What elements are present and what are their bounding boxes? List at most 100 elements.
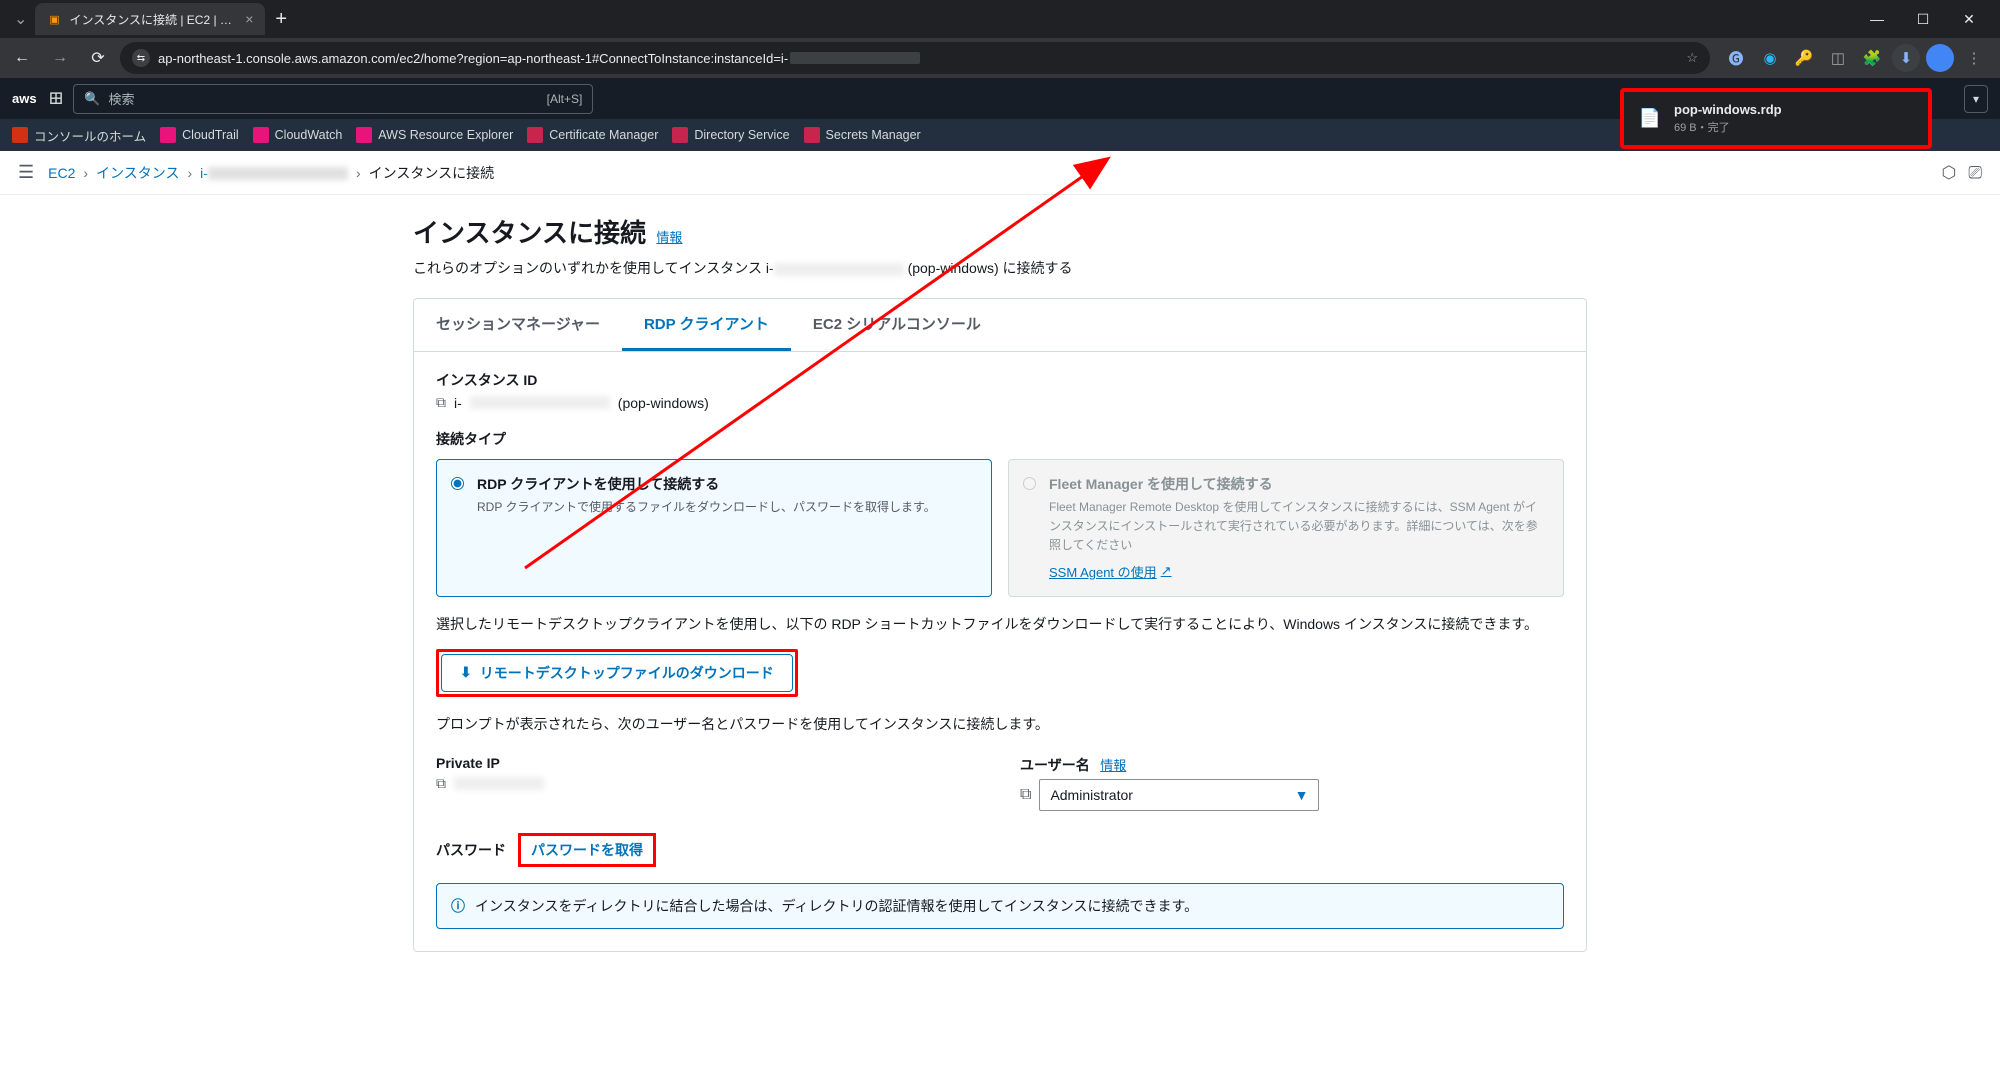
private-ip-value: ⧉ [436, 775, 980, 792]
profile-avatar[interactable] [1926, 44, 1954, 72]
info-icon: ⓘ [451, 896, 465, 916]
aws-logo[interactable]: aws [12, 91, 37, 106]
minimize-button[interactable]: ― [1854, 3, 1900, 35]
tab-rdp-client[interactable]: RDP クライアント [622, 299, 791, 351]
instance-id-value: ⧉ i- (pop-windows) [436, 394, 1564, 411]
browser-menu-icon[interactable]: ⋮ [1960, 44, 1988, 72]
browser-tab-strip: ⌄ ▣ インスタンスに接続 | EC2 | ap-nort × + ― ☐ ✕ [0, 0, 2000, 38]
username-value: Administrator [1050, 787, 1132, 803]
connect-tabs: セッションマネージャー RDP クライアント EC2 シリアルコンソール [414, 299, 1586, 352]
nav-cert-manager[interactable]: Certificate Manager [527, 127, 658, 143]
page-title: インスタンスに接続 [413, 213, 646, 250]
card-fleet-desc: Fleet Manager Remote Desktop を使用してインスタンス… [1049, 498, 1547, 556]
back-button[interactable]: ← [6, 42, 38, 74]
card-fleet-manager: Fleet Manager を使用して接続する Fleet Manager Re… [1008, 459, 1564, 597]
card-fleet-title: Fleet Manager を使用して接続する [1049, 474, 1547, 494]
crumb-ec2[interactable]: EC2 [48, 165, 75, 181]
nav-resource-explorer[interactable]: AWS Resource Explorer [356, 127, 513, 143]
password-label: パスワード [436, 840, 506, 860]
breadcrumb: ☰ EC2 › インスタンス › i- › インスタンスに接続 ⬡ ⎚ [0, 151, 2000, 195]
console-body: ☰ EC2 › インスタンス › i- › インスタンスに接続 ⬡ ⎚ インスタ… [0, 151, 2000, 1084]
copy-icon[interactable]: ⧉ [1020, 786, 1031, 804]
close-window-button[interactable]: ✕ [1946, 3, 1992, 35]
instance-id-blur [470, 396, 610, 409]
crumb-instances[interactable]: インスタンス [96, 163, 179, 183]
instance-id-redacted [208, 167, 348, 180]
aws-search-input[interactable]: 🔍 検索 [Alt+S] [73, 84, 593, 114]
page-info-link[interactable]: 情報 [656, 230, 682, 245]
rdp-description-2: プロンプトが表示されたら、次のユーザー名とパスワードを使用してインスタンスに接続… [436, 713, 1564, 735]
page-content: インスタンスに接続 情報 これらのオプションのいずれかを使用してインスタンス i… [395, 195, 1605, 992]
directory-icon [672, 127, 688, 143]
url-text: ap-northeast-1.console.aws.amazon.com/ec… [158, 51, 788, 66]
page-subtitle: これらのオプションのいずれかを使用してインスタンス i- (pop-window… [413, 258, 1587, 278]
window-controls: ― ☐ ✕ [1854, 3, 1992, 35]
nav-console-home[interactable]: コンソールのホーム [12, 126, 146, 145]
rdp-description-1: 選択したリモートデスクトップクライアントを使用し、以下の RDP ショートカット… [436, 613, 1564, 635]
username-info-link[interactable]: 情報 [1100, 758, 1126, 773]
download-status: 69 B・完了 [1674, 119, 1782, 135]
download-file-icon: 📄 [1636, 105, 1664, 133]
maximize-button[interactable]: ☐ [1900, 3, 1946, 35]
crumb-sep: › [83, 165, 88, 181]
new-tab-button[interactable]: + [275, 8, 287, 31]
reload-button[interactable]: ⟳ [82, 42, 114, 74]
get-password-link[interactable]: パスワードを取得 [531, 842, 643, 858]
site-info-icon[interactable]: ⇆ [132, 49, 150, 67]
ext-group-icon[interactable]: ◫ [1824, 44, 1852, 72]
get-password-highlight: パスワードを取得 [518, 833, 656, 867]
services-grid-icon[interactable]: 𐌎 [49, 89, 64, 109]
bookmark-icon[interactable]: ☆ [1686, 50, 1698, 66]
nav-cloudtrail[interactable]: CloudTrail [160, 127, 239, 143]
download-rdp-button[interactable]: ⬇ リモートデスクトップファイルのダウンロード [441, 654, 793, 692]
header-cloudshell-icon[interactable]: ⎚ [1968, 163, 1982, 183]
side-menu-icon[interactable]: ☰ [18, 162, 34, 183]
external-link-icon: ↗ [1161, 563, 1172, 579]
connect-panel: セッションマネージャー RDP クライアント EC2 シリアルコンソール インス… [413, 298, 1587, 952]
tab-serial-console[interactable]: EC2 シリアルコンソール [791, 299, 1003, 351]
url-redacted [790, 52, 920, 64]
search-placeholder: 検索 [109, 89, 547, 108]
address-input[interactable]: ⇆ ap-northeast-1.console.aws.amazon.com/… [120, 42, 1710, 74]
radio-rdp[interactable] [451, 477, 464, 490]
translate-icon[interactable]: 🅖 [1722, 44, 1750, 72]
nav-cloudwatch[interactable]: CloudWatch [253, 127, 343, 143]
username-select[interactable]: Administrator ▼ [1039, 779, 1319, 811]
radio-fleet [1023, 477, 1036, 490]
browser-tab[interactable]: ▣ インスタンスに接続 | EC2 | ap-nort × [35, 3, 265, 35]
nav-directory-service[interactable]: Directory Service [672, 127, 789, 143]
chevron-down-icon: ▼ [1295, 787, 1309, 803]
card-rdp-desc: RDP クライアントで使用するファイルをダウンロードし、パスワードを取得します。 [477, 498, 975, 517]
download-icon: ⬇ [460, 664, 472, 681]
card-rdp-client[interactable]: RDP クライアントを使用して接続する RDP クライアントで使用するファイルを… [436, 459, 992, 597]
crumb-sep: › [356, 165, 361, 181]
subtitle-id-redacted [774, 263, 904, 276]
browser-address-bar: ← → ⟳ ⇆ ap-northeast-1.console.aws.amazo… [0, 38, 2000, 78]
ext-circle-icon[interactable]: ◉ [1756, 44, 1784, 72]
ssm-agent-link[interactable]: SSM Agent の使用 ↗ [1049, 562, 1172, 581]
tab-close-icon[interactable]: × [245, 11, 253, 27]
search-shortcut: [Alt+S] [547, 92, 583, 106]
search-icon: 🔍 [84, 91, 100, 107]
download-notification[interactable]: 📄 pop-windows.rdp 69 B・完了 [1620, 88, 1932, 149]
tab-dropdown-icon[interactable]: ⌄ [14, 9, 27, 29]
private-ip-label: Private IP [436, 755, 980, 771]
extension-icons: 🅖 ◉ 🔑 ◫ 🧩 ⬇ ⋮ [1716, 44, 1994, 72]
card-rdp-title: RDP クライアントを使用して接続する [477, 474, 975, 494]
downloads-icon[interactable]: ⬇ [1892, 44, 1920, 72]
secrets-icon [804, 127, 820, 143]
header-security-icon[interactable]: ⬡ [1942, 163, 1957, 183]
copy-icon[interactable]: ⧉ [436, 775, 446, 792]
extensions-icon[interactable]: 🧩 [1858, 44, 1886, 72]
tab-session-manager[interactable]: セッションマネージャー [414, 299, 622, 351]
nav-secrets-manager[interactable]: Secrets Manager [804, 127, 921, 143]
forward-button[interactable]: → [44, 42, 76, 74]
copy-icon[interactable]: ⧉ [436, 394, 446, 411]
ext-key-icon[interactable]: 🔑 [1790, 44, 1818, 72]
download-filename: pop-windows.rdp [1674, 102, 1782, 117]
crumb-instance-id[interactable]: i- [200, 165, 348, 181]
directory-info-text: インスタンスをディレクトリに結合した場合は、ディレクトリの認証情報を使用してイン… [475, 896, 1198, 916]
cloudtrail-icon [160, 127, 176, 143]
region-selector[interactable]: ▾ [1964, 85, 1988, 113]
resource-explorer-icon [356, 127, 372, 143]
